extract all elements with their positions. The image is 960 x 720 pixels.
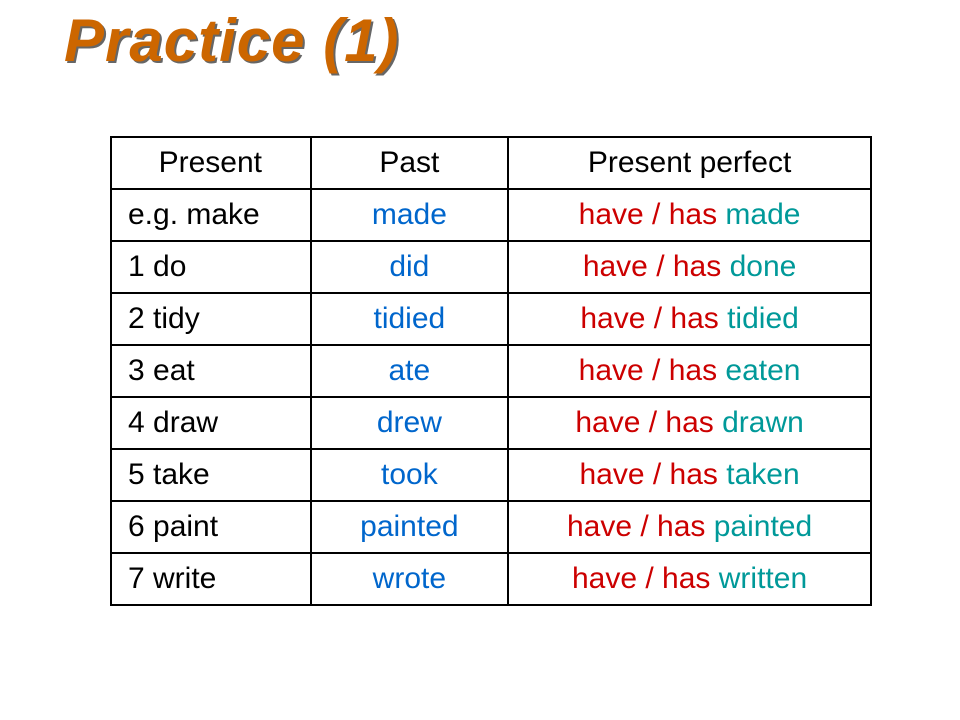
slide: Practice (1) Present Past Present perfec… — [0, 0, 960, 720]
pp-participle: done — [730, 250, 797, 283]
verb-table: Present Past Present perfect e.g. make m… — [110, 136, 872, 606]
cell-present: e.g. make — [111, 189, 311, 241]
cell-present: 6 paint — [111, 501, 311, 553]
cell-present-perfect: have / has tidied — [508, 293, 871, 345]
table-row: e.g. make made have / has made — [111, 189, 871, 241]
cell-present: 3 eat — [111, 345, 311, 397]
pp-aux: have / has — [579, 354, 726, 387]
cell-present-perfect: have / has made — [508, 189, 871, 241]
table-header-row: Present Past Present perfect — [111, 137, 871, 189]
cell-present-perfect: have / has drawn — [508, 397, 871, 449]
cell-past: ate — [311, 345, 509, 397]
header-present-perfect: Present perfect — [508, 137, 871, 189]
table-row: 7 write wrote have / has written — [111, 553, 871, 605]
pp-aux: have / has — [567, 510, 714, 543]
cell-present: 7 write — [111, 553, 311, 605]
table-row: 3 eat ate have / has eaten — [111, 345, 871, 397]
cell-present: 5 take — [111, 449, 311, 501]
cell-present-perfect: have / has taken — [508, 449, 871, 501]
pp-participle: made — [725, 198, 800, 231]
cell-past: tidied — [311, 293, 509, 345]
cell-past: wrote — [311, 553, 509, 605]
table-row: 1 do did have / has done — [111, 241, 871, 293]
pp-participle: eaten — [725, 354, 800, 387]
table-row: 5 take took have / has taken — [111, 449, 871, 501]
page-title: Practice (1) — [64, 6, 400, 75]
cell-past: took — [311, 449, 509, 501]
pp-aux: have / has — [580, 302, 727, 335]
pp-aux: have / has — [572, 562, 719, 595]
header-past: Past — [311, 137, 509, 189]
pp-participle: drawn — [722, 406, 804, 439]
table-row: 2 tidy tidied have / has tidied — [111, 293, 871, 345]
header-present: Present — [111, 137, 311, 189]
cell-present-perfect: have / has painted — [508, 501, 871, 553]
cell-present: 1 do — [111, 241, 311, 293]
cell-present: 2 tidy — [111, 293, 311, 345]
table-row: 6 paint painted have / has painted — [111, 501, 871, 553]
pp-aux: have / has — [579, 198, 726, 231]
cell-present-perfect: have / has done — [508, 241, 871, 293]
pp-participle: tidied — [727, 302, 799, 335]
pp-participle: taken — [726, 458, 799, 491]
pp-aux: have / has — [579, 458, 726, 491]
pp-participle: painted — [714, 510, 812, 543]
cell-present: 4 draw — [111, 397, 311, 449]
cell-past: drew — [311, 397, 509, 449]
pp-participle: written — [719, 562, 807, 595]
cell-past: made — [311, 189, 509, 241]
cell-present-perfect: have / has eaten — [508, 345, 871, 397]
cell-past: painted — [311, 501, 509, 553]
pp-aux: have / has — [583, 250, 730, 283]
table-row: 4 draw drew have / has drawn — [111, 397, 871, 449]
cell-present-perfect: have / has written — [508, 553, 871, 605]
cell-past: did — [311, 241, 509, 293]
pp-aux: have / has — [575, 406, 722, 439]
